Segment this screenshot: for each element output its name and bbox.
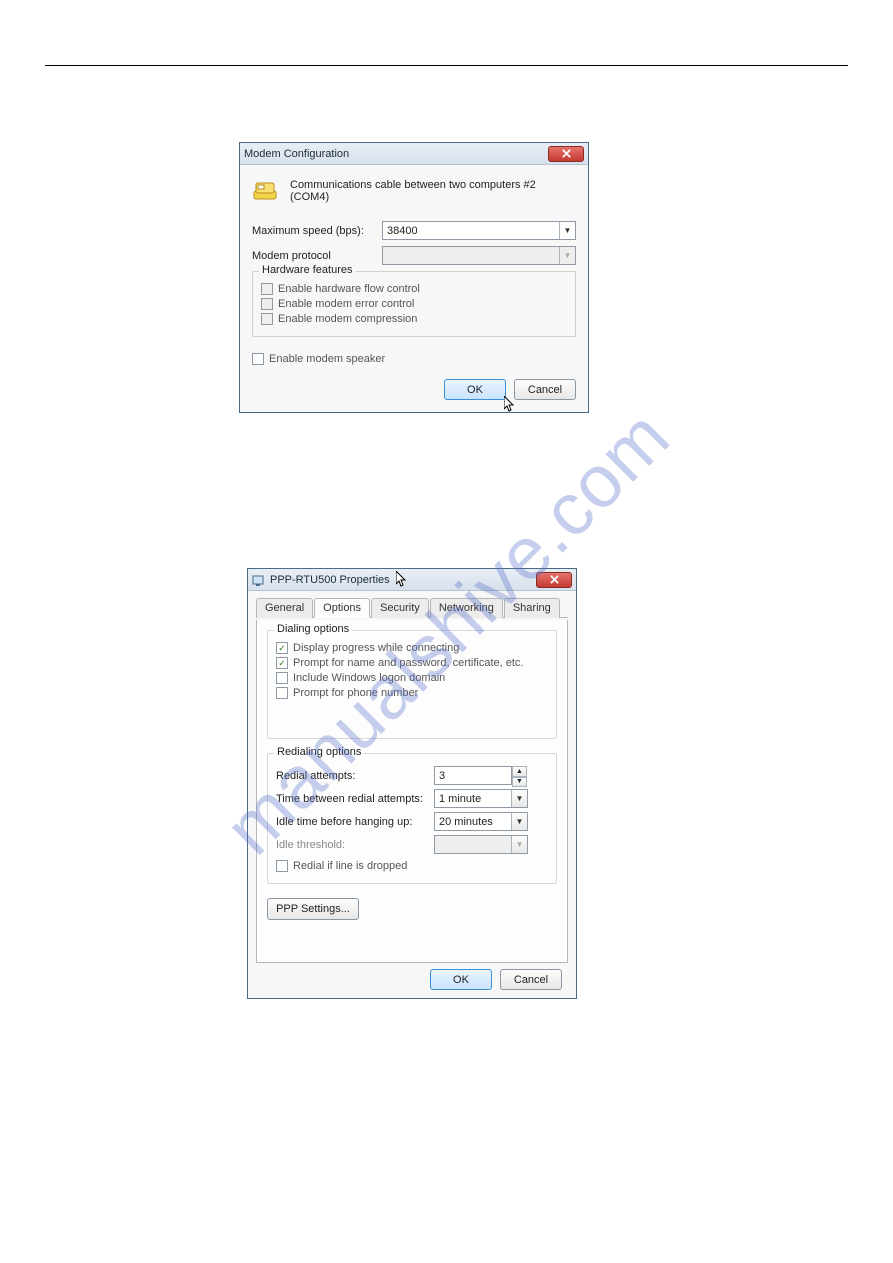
- idle-hangup-label: Idle time before hanging up:: [276, 816, 434, 828]
- max-speed-label: Maximum speed (bps):: [252, 225, 382, 237]
- redial-attempts-value: 3: [439, 770, 445, 782]
- chevron-down-icon: ▼: [559, 222, 575, 239]
- checkbox-prompt-phone[interactable]: [276, 687, 288, 699]
- modem-protocol-label: Modem protocol: [252, 250, 382, 262]
- close-button[interactable]: [536, 572, 572, 588]
- ok-button[interactable]: OK: [444, 379, 506, 400]
- tabstrip: General Options Security Networking Shar…: [256, 597, 568, 618]
- redial-attempts-label: Redial attempts:: [276, 770, 434, 782]
- checkbox-compression: [261, 313, 273, 325]
- modem-config-dialog: Modem Configuration Communications cable…: [239, 142, 589, 413]
- label-error-control: Enable modem error control: [278, 298, 414, 310]
- cursor-icon: [396, 571, 408, 590]
- redialing-options-group: Redialing options Redial attempts: 3 ▲ ▼…: [267, 753, 557, 884]
- ok-button[interactable]: OK: [430, 969, 492, 990]
- tab-networking[interactable]: Networking: [430, 598, 503, 618]
- dialog1-body: Communications cable between two compute…: [240, 165, 588, 412]
- modem-protocol-combo: ▼: [382, 246, 576, 265]
- checkbox-flow-control: [261, 283, 273, 295]
- close-button[interactable]: [548, 146, 584, 162]
- ppp-settings-button[interactable]: PPP Settings...: [267, 898, 359, 920]
- label-flow-control: Enable hardware flow control: [278, 283, 420, 295]
- checkbox-progress[interactable]: ✓: [276, 642, 288, 654]
- redialing-options-title: Redialing options: [274, 746, 364, 758]
- dialog2-title: PPP-RTU500 Properties: [270, 574, 390, 586]
- checkbox-prompt-cred[interactable]: ✓: [276, 657, 288, 669]
- connection-icon: [252, 573, 266, 587]
- ppp-properties-dialog: PPP-RTU500 Properties General Options Se…: [247, 568, 577, 999]
- page-rule: [45, 65, 848, 66]
- dialog1-titlebar[interactable]: Modem Configuration: [240, 143, 588, 165]
- tab-options[interactable]: Options: [314, 598, 370, 618]
- hardware-features-group: Hardware features Enable hardware flow c…: [252, 271, 576, 337]
- close-icon: [562, 149, 571, 158]
- chevron-down-icon: ▼: [511, 813, 527, 830]
- modem-desc: Communications cable between two compute…: [290, 179, 576, 203]
- close-icon: [550, 575, 559, 584]
- label-prompt-phone: Prompt for phone number: [293, 687, 418, 699]
- chevron-down-icon: ▼: [559, 247, 575, 264]
- label-redial-drop: Redial if line is dropped: [293, 860, 407, 872]
- tab-security[interactable]: Security: [371, 598, 429, 618]
- label-progress: Display progress while connecting: [293, 642, 459, 654]
- idle-threshold-label: Idle threshold:: [276, 839, 434, 851]
- cancel-button[interactable]: Cancel: [514, 379, 576, 400]
- chevron-down-icon: ▼: [511, 790, 527, 807]
- checkbox-logon-domain[interactable]: [276, 672, 288, 684]
- tab-sharing[interactable]: Sharing: [504, 598, 560, 618]
- idle-hangup-combo[interactable]: 20 minutes ▼: [434, 812, 528, 831]
- time-between-combo[interactable]: 1 minute ▼: [434, 789, 528, 808]
- checkbox-speaker[interactable]: [252, 353, 264, 365]
- label-speaker: Enable modem speaker: [269, 353, 385, 365]
- max-speed-combo[interactable]: 38400 ▼: [382, 221, 576, 240]
- chevron-down-icon: ▼: [511, 836, 527, 853]
- redial-attempts-input[interactable]: 3 ▲ ▼: [434, 766, 512, 785]
- checkbox-redial-drop[interactable]: [276, 860, 288, 872]
- max-speed-value: 38400: [387, 225, 418, 237]
- idle-threshold-combo: ▼: [434, 835, 528, 854]
- dialog1-title: Modem Configuration: [244, 148, 349, 160]
- chevron-down-icon[interactable]: ▼: [512, 777, 527, 788]
- dialog2-body: General Options Security Networking Shar…: [248, 591, 576, 998]
- options-tabpanel: Dialing options ✓ Display progress while…: [256, 620, 568, 963]
- idle-hangup-value: 20 minutes: [439, 816, 493, 828]
- label-logon-domain: Include Windows logon domain: [293, 672, 445, 684]
- label-compression: Enable modem compression: [278, 313, 417, 325]
- hardware-features-title: Hardware features: [259, 264, 356, 276]
- time-between-label: Time between redial attempts:: [276, 793, 434, 805]
- label-prompt-cred: Prompt for name and password, certificat…: [293, 657, 524, 669]
- dialog2-titlebar[interactable]: PPP-RTU500 Properties: [248, 569, 576, 591]
- modem-icon: [252, 179, 280, 203]
- dialing-options-title: Dialing options: [274, 623, 352, 635]
- time-between-value: 1 minute: [439, 793, 481, 805]
- chevron-up-icon[interactable]: ▲: [512, 766, 527, 777]
- checkbox-error-control: [261, 298, 273, 310]
- cancel-button[interactable]: Cancel: [500, 969, 562, 990]
- tab-general[interactable]: General: [256, 598, 313, 618]
- dialing-options-group: Dialing options ✓ Display progress while…: [267, 630, 557, 739]
- spinner-buttons[interactable]: ▲ ▼: [512, 766, 527, 787]
